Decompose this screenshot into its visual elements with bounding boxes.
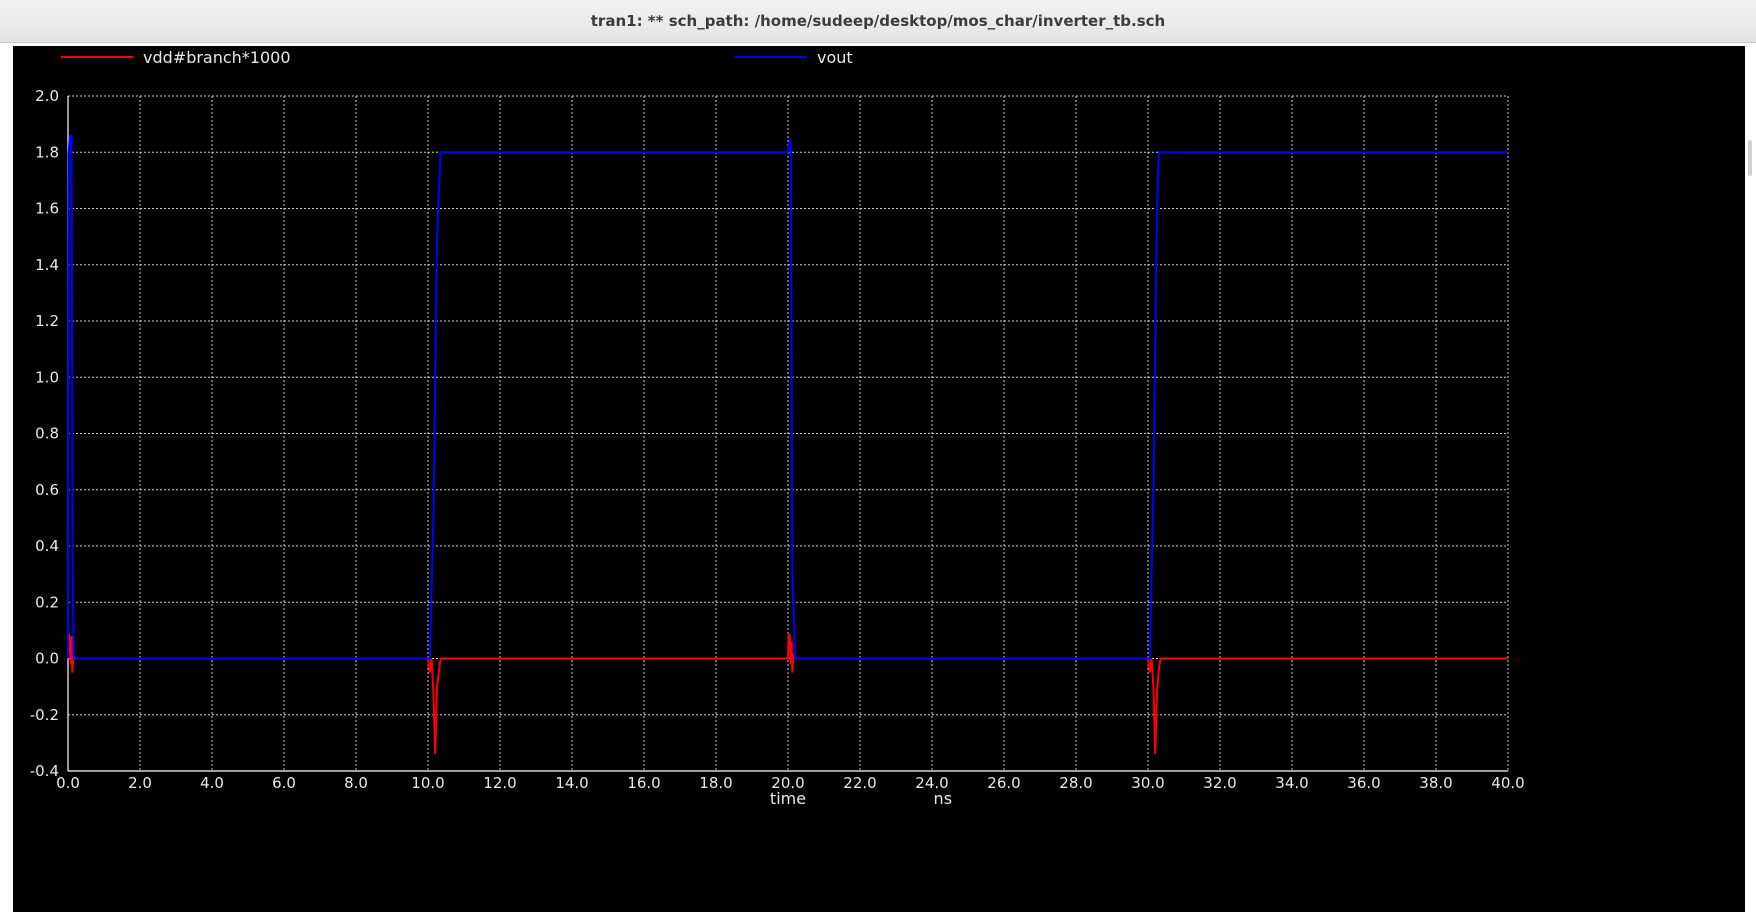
- x-tick-label: 2.0: [128, 774, 152, 792]
- y-tick-label: 0.0: [35, 650, 59, 668]
- y-tick-label: -0.2: [30, 706, 59, 724]
- x-tick-label: 32.0: [1203, 774, 1236, 792]
- scrollbar-handle[interactable]: [1748, 140, 1752, 176]
- app-window: tran1: ** sch_path: /home/sudeep/desktop…: [0, 0, 1756, 920]
- waveform-chart[interactable]: 0.0 2.0 4.0 6.0 8.0 10.0 12.0 14.0 16.0 18.0 20.0 2…: [13, 46, 1745, 912]
- x-tick-label: 0.0: [56, 774, 80, 792]
- y-tick-label: 1.8: [35, 143, 59, 161]
- x-axis-label: time: [770, 789, 806, 808]
- x-tick-label: 38.0: [1419, 774, 1452, 792]
- legend-label: vout: [817, 48, 853, 67]
- x-tick-label: 14.0: [555, 774, 588, 792]
- x-tick-label: 6.0: [272, 774, 296, 792]
- x-tick-label: 16.0: [627, 774, 660, 792]
- y-tick-label: 0.6: [35, 481, 59, 499]
- legend-label: vdd#branch*1000: [143, 48, 291, 67]
- y-tick-label: 0.8: [35, 425, 59, 443]
- x-tick-label: 12.0: [483, 774, 516, 792]
- title-bar[interactable]: tran1: ** sch_path: /home/sudeep/desktop…: [0, 0, 1756, 43]
- x-tick-label: 22.0: [843, 774, 876, 792]
- tick-labels: 0.0 2.0 4.0 6.0 8.0 10.0 12.0 14.0 16.0 18.0 20.0 2…: [30, 87, 1525, 792]
- x-tick-label: 8.0: [344, 774, 368, 792]
- y-tick-label: 1.0: [35, 368, 59, 386]
- x-tick-label: 28.0: [1059, 774, 1092, 792]
- x-tick-label: 36.0: [1347, 774, 1380, 792]
- x-tick-label: 30.0: [1131, 774, 1164, 792]
- y-tick-label: 0.4: [35, 537, 59, 555]
- x-tick-label: 34.0: [1275, 774, 1308, 792]
- y-tick-label: 0.2: [35, 593, 59, 611]
- x-tick-label: 26.0: [987, 774, 1020, 792]
- legend: vdd#branch*1000 vout: [61, 48, 853, 67]
- x-tick-label: 18.0: [699, 774, 732, 792]
- y-tick-label: -0.4: [30, 762, 59, 780]
- y-tick-label: 1.4: [35, 256, 59, 274]
- grid-layer: [68, 95, 1509, 771]
- x-tick-label: 10.0: [411, 774, 444, 792]
- x-tick-label: 40.0: [1491, 774, 1524, 792]
- y-tick-label: 2.0: [35, 87, 59, 105]
- plot-area[interactable]: 0.0 2.0 4.0 6.0 8.0 10.0 12.0 14.0 16.0 18.0 20.0 2…: [13, 46, 1745, 912]
- y-tick-label: 1.6: [35, 200, 59, 218]
- window-title: tran1: ** sch_path: /home/sudeep/desktop…: [590, 12, 1166, 30]
- x-tick-label: 4.0: [200, 774, 224, 792]
- y-tick-label: 1.2: [35, 312, 59, 330]
- x-axis-unit: ns: [934, 789, 952, 808]
